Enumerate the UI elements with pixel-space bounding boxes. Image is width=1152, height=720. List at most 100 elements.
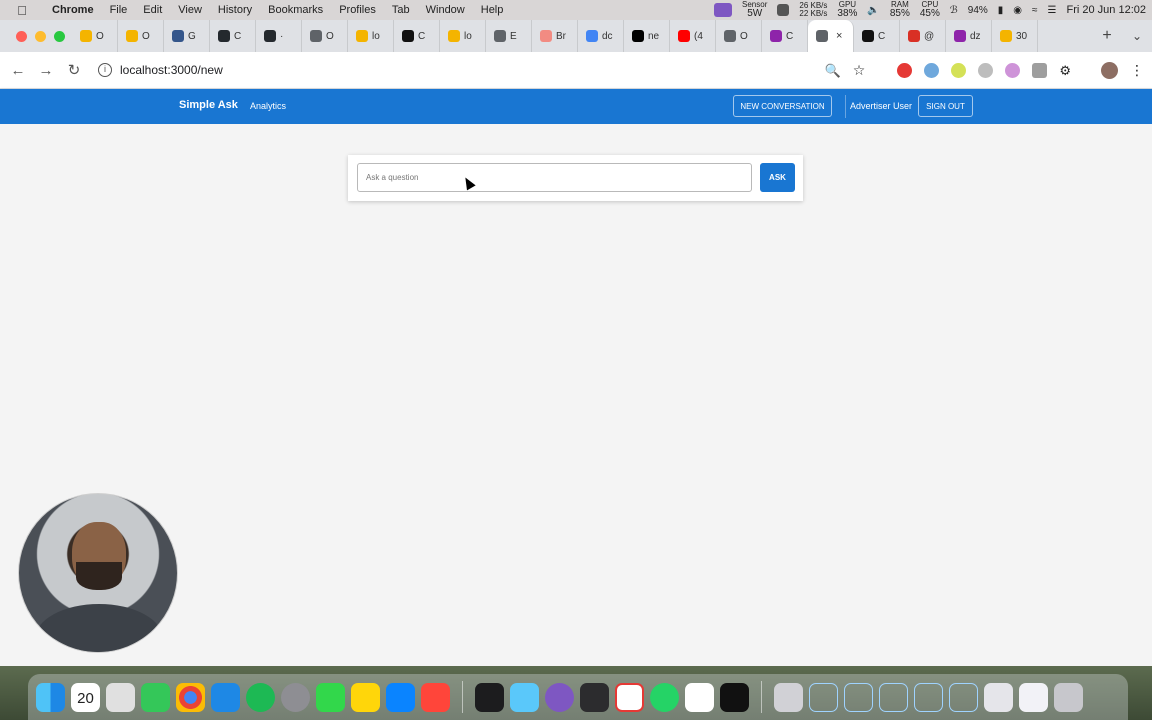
minimize-window-icon[interactable] xyxy=(35,30,46,42)
browser-tab[interactable]: · xyxy=(256,20,302,52)
extension-gear-icon[interactable] xyxy=(924,63,940,78)
menu-profiles[interactable]: Profiles xyxy=(331,4,384,16)
menu-view[interactable]: View xyxy=(170,4,210,16)
menu-bookmarks[interactable]: Bookmarks xyxy=(260,4,331,16)
database-icon[interactable] xyxy=(510,682,539,712)
minimized-window-2[interactable] xyxy=(844,682,873,712)
user-switch-icon[interactable]: ◉ xyxy=(1013,5,1022,16)
notes-icon[interactable] xyxy=(351,682,380,712)
messenger-icon[interactable] xyxy=(386,682,415,712)
tab-search-icon[interactable]: ⌄ xyxy=(1122,29,1152,43)
zotero-icon[interactable] xyxy=(615,682,644,712)
minimized-window-1[interactable] xyxy=(809,682,838,712)
speaker-icon[interactable]: 🔈 xyxy=(867,5,879,16)
question-input[interactable] xyxy=(357,163,752,192)
ask-button[interactable]: ASK xyxy=(760,163,795,192)
bold-app-icon[interactable] xyxy=(720,682,749,712)
browser-tab[interactable]: 30 xyxy=(992,20,1038,52)
browser-tab[interactable]: @ xyxy=(900,20,946,52)
control-center-icon[interactable]: ☰ xyxy=(1048,5,1057,16)
messages-icon[interactable] xyxy=(141,682,170,712)
extension-pen-icon[interactable] xyxy=(978,63,994,78)
browser-tab[interactable]: O xyxy=(72,20,118,52)
minimized-window-4[interactable] xyxy=(914,682,943,712)
menu-help[interactable]: Help xyxy=(473,4,512,16)
browser-tab[interactable]: O xyxy=(118,20,164,52)
back-icon[interactable]: ← xyxy=(4,62,32,79)
sensor-value: 5W xyxy=(747,8,763,19)
menu-file[interactable]: File xyxy=(102,4,136,16)
wifi-icon[interactable]: ≈ xyxy=(1032,5,1038,16)
zoom-icon[interactable]: 🔍 xyxy=(825,63,841,79)
clock[interactable]: Fri 20 Jun 12:02 xyxy=(1067,4,1147,16)
url-text[interactable]: localhost:3000/new xyxy=(120,63,223,77)
writer-icon[interactable] xyxy=(685,682,714,712)
activity-monitor-icon[interactable] xyxy=(580,682,609,712)
browser-tab[interactable]: C xyxy=(210,20,256,52)
apple-icon[interactable]:  xyxy=(0,3,44,18)
minimized-window-5[interactable] xyxy=(949,682,978,712)
new-conversation-button[interactable]: NEW CONVERSATION xyxy=(733,95,832,117)
new-tab-icon[interactable]: + xyxy=(1092,27,1122,45)
trash-icon[interactable] xyxy=(1054,682,1083,712)
profile-avatar[interactable] xyxy=(1101,62,1118,79)
circle-app-icon[interactable] xyxy=(545,682,574,712)
app-status-icon[interactable] xyxy=(777,4,790,16)
calendar-icon[interactable]: 20 xyxy=(71,682,100,712)
screen-record-icon[interactable] xyxy=(714,3,733,17)
spotify-icon[interactable] xyxy=(246,682,275,712)
extension-highlighter-icon[interactable] xyxy=(951,63,967,78)
chrome-menu-icon[interactable]: ⋮ xyxy=(1130,62,1144,79)
browser-tab[interactable]: (4 xyxy=(670,20,716,52)
browser-tab[interactable]: C xyxy=(854,20,900,52)
battery-icon[interactable]: ▮ xyxy=(998,5,1004,16)
browser-tab[interactable]: C xyxy=(762,20,808,52)
menu-app-name[interactable]: Chrome xyxy=(44,4,102,16)
facetime-icon[interactable] xyxy=(316,682,345,712)
minimized-window-3[interactable] xyxy=(879,682,908,712)
chrome-icon[interactable] xyxy=(176,682,205,712)
utility-app-icon[interactable] xyxy=(421,682,450,712)
reload-icon[interactable]: ↻ xyxy=(60,61,88,79)
browser-tab[interactable]: O xyxy=(302,20,348,52)
menu-edit[interactable]: Edit xyxy=(135,4,170,16)
browser-tab[interactable]: O xyxy=(716,20,762,52)
launchpad-icon[interactable] xyxy=(106,682,135,712)
browser-tab[interactable]: × xyxy=(808,20,854,52)
browser-tab[interactable]: lo xyxy=(348,20,394,52)
sign-out-button[interactable]: SIGN OUT xyxy=(918,95,973,117)
forward-icon[interactable]: → xyxy=(32,62,60,79)
system-settings-icon[interactable] xyxy=(281,682,310,712)
minimized-window-7[interactable] xyxy=(1019,682,1048,712)
terminal-icon[interactable] xyxy=(475,682,504,712)
menu-tab[interactable]: Tab xyxy=(384,4,418,16)
site-info-icon[interactable]: i xyxy=(98,63,112,77)
whatsapp-icon[interactable] xyxy=(650,682,679,712)
brand-logo[interactable]: Simple Ask xyxy=(179,99,238,111)
extension-opera-icon[interactable] xyxy=(897,63,913,78)
address-bar[interactable]: i localhost:3000/new xyxy=(94,56,854,84)
extensions-puzzle-icon[interactable]: ⚙ xyxy=(1059,63,1071,79)
browser-tab[interactable]: dc xyxy=(578,20,624,52)
nav-analytics-link[interactable]: Analytics xyxy=(250,101,286,111)
browser-tab[interactable]: Br xyxy=(532,20,578,52)
safari-icon[interactable] xyxy=(211,682,240,712)
extension-box-icon[interactable] xyxy=(1032,63,1048,78)
extension-globe-icon[interactable] xyxy=(1005,63,1021,78)
document-icon[interactable] xyxy=(774,682,803,712)
menu-history[interactable]: History xyxy=(210,4,260,16)
browser-tab[interactable]: ne xyxy=(624,20,670,52)
close-tab-icon[interactable]: × xyxy=(836,30,842,42)
browser-tab[interactable]: C xyxy=(394,20,440,52)
browser-tab[interactable]: dz xyxy=(946,20,992,52)
browser-tab[interactable]: E xyxy=(486,20,532,52)
close-window-icon[interactable] xyxy=(16,30,27,42)
browser-tab[interactable]: lo xyxy=(440,20,486,52)
fullscreen-window-icon[interactable] xyxy=(54,30,65,42)
finder-icon[interactable] xyxy=(36,682,65,712)
browser-tab[interactable]: G xyxy=(164,20,210,52)
minimized-window-6[interactable] xyxy=(984,682,1013,712)
bookmark-star-icon[interactable]: ☆ xyxy=(853,62,866,79)
bluetooth-icon[interactable]: ℬ xyxy=(950,5,958,16)
menu-window[interactable]: Window xyxy=(418,4,473,16)
